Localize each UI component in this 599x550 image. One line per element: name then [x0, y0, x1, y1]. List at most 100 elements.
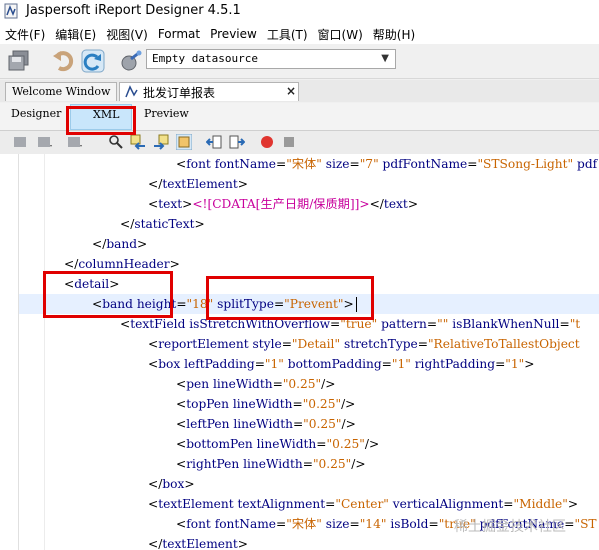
chevron-down-icon: ▼ — [381, 53, 389, 64]
code-token: < — [176, 377, 187, 391]
split-type-highlight — [206, 276, 374, 320]
code-token: rightPadding — [414, 357, 496, 371]
code-token: > — [137, 237, 148, 251]
xml-tab-highlight — [66, 106, 136, 135]
menu-tools[interactable]: 工具(T) — [262, 26, 313, 43]
detail-highlight — [43, 271, 173, 318]
code-token: lineWidth — [233, 417, 293, 431]
code-token: "1" — [391, 357, 411, 371]
tab-preview[interactable]: Preview — [144, 107, 189, 120]
code-token: bottomPadding — [287, 357, 382, 371]
tab-report-label: 批发订单报表 — [143, 86, 216, 100]
code-line: </staticText> — [120, 214, 205, 234]
code-token: rightPen — [186, 457, 240, 471]
menu-file[interactable]: 文件(F) — [0, 26, 50, 43]
code-token: textElement — [158, 497, 234, 511]
forward-icon[interactable] — [36, 134, 52, 150]
shift-left-icon[interactable] — [206, 134, 222, 150]
code-token: = — [495, 357, 506, 371]
shift-right-icon[interactable] — [229, 134, 245, 150]
code-token: pdf — [577, 157, 598, 171]
menu-help[interactable]: 帮助(H) — [368, 26, 420, 43]
redo-icon — [81, 49, 105, 73]
find-next-icon[interactable] — [153, 134, 169, 150]
code-token: < — [148, 197, 159, 211]
code-token: </ — [120, 217, 135, 231]
code-line: <text><![CDATA[生产日期/保质期]]></text> — [148, 194, 418, 214]
code-token: textField — [130, 317, 186, 331]
code-token: reportElement — [158, 337, 249, 351]
code-token: < — [176, 157, 187, 171]
menu-view[interactable]: 视图(V) — [101, 26, 153, 43]
code-token: </ — [148, 537, 163, 550]
code-token: "0.25" — [282, 377, 322, 391]
code-token: < — [176, 437, 187, 451]
code-token: font — [186, 157, 211, 171]
code-line: <pen lineWidth="0.25"/> — [176, 374, 336, 394]
code-token: "1" — [264, 357, 284, 371]
code-token: fontName — [214, 157, 276, 171]
find-previous-icon[interactable] — [130, 134, 146, 150]
code-token: isBold — [390, 517, 429, 531]
code-line: <topPen lineWidth="0.25"/> — [176, 394, 355, 414]
code-token: < — [176, 417, 187, 431]
record-macro-icon[interactable] — [259, 134, 275, 150]
code-token: stretchType — [343, 337, 418, 351]
code-token: </ — [148, 477, 163, 491]
menu-format[interactable]: Format — [153, 27, 205, 41]
tab-designer[interactable]: Designer — [11, 107, 61, 120]
menu-bar: 文件(F) 编辑(E) 视图(V) Format Preview 工具(T) 窗… — [0, 24, 599, 44]
code-token: = — [292, 397, 303, 411]
menu-edit[interactable]: 编辑(E) — [50, 26, 101, 43]
code-line: </textElement> — [148, 534, 248, 550]
menu-preview[interactable]: Preview — [205, 27, 262, 41]
datasource-button[interactable] — [118, 48, 144, 74]
code-token: = — [276, 517, 287, 531]
code-token: > — [194, 217, 205, 231]
tab-welcome-window[interactable]: Welcome Window — [5, 82, 117, 101]
undo-button[interactable] — [50, 48, 76, 74]
indent-guide — [44, 154, 45, 550]
code-token: font — [186, 517, 211, 531]
code-token: columnHeader — [78, 257, 170, 271]
code-token: box — [158, 357, 181, 371]
code-token: > — [407, 197, 419, 211]
datasource-select[interactable]: Empty datasource ▼ — [146, 49, 396, 69]
menu-window[interactable]: 窗口(W) — [313, 26, 368, 43]
redo-button[interactable] — [80, 48, 106, 74]
code-token: = — [428, 517, 439, 531]
code-token: "ST — [574, 517, 597, 531]
code-token: pdfFontName — [382, 157, 468, 171]
save-all-button[interactable] — [6, 48, 32, 74]
xml-editor[interactable]: <font fontName="宋体" size="7" pdfFontName… — [0, 154, 599, 550]
back-icon[interactable] — [12, 134, 28, 150]
code-token: "0.25" — [312, 457, 352, 471]
watermark: 稀土掘金技术社区 — [454, 519, 566, 535]
code-token: staticText — [134, 217, 195, 231]
stop-macro-icon[interactable] — [281, 134, 297, 150]
code-token: = — [349, 517, 360, 531]
close-icon[interactable]: × — [286, 84, 296, 98]
code-token: verticalAlignment — [392, 497, 504, 511]
code-token: "0.25" — [303, 417, 342, 431]
code-token: leftPen — [186, 417, 230, 431]
code-token: > — [184, 477, 195, 491]
code-token: "7" — [359, 157, 379, 171]
code-token: pattern — [381, 317, 427, 331]
save-all-icon — [8, 50, 29, 71]
history-icon[interactable] — [66, 134, 82, 150]
code-line: <font fontName="宋体" size="7" pdfFontName… — [176, 154, 597, 174]
datasource-icon — [121, 50, 142, 71]
find-icon[interactable] — [108, 134, 124, 150]
tab-report[interactable]: 批发订单报表 × — [119, 82, 299, 101]
code-token: size — [325, 517, 350, 531]
code-token: "t — [569, 317, 581, 331]
code-token: = — [325, 497, 336, 511]
code-token: /> — [364, 437, 380, 451]
code-token: > — [182, 197, 193, 211]
toggle-highlight-icon[interactable] — [176, 134, 192, 150]
code-token: = — [276, 157, 287, 171]
code-token: = — [292, 417, 304, 431]
code-token: < — [176, 517, 187, 531]
code-token: textElement — [162, 537, 238, 550]
